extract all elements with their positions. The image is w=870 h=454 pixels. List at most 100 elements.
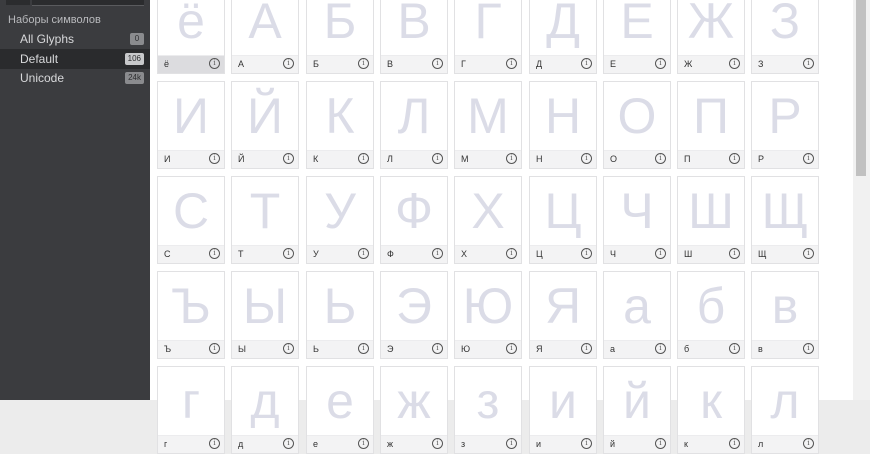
vertical-scrollbar[interactable] [853,0,870,400]
glyph-name: С [164,249,171,259]
info-circle-icon[interactable]: i [358,248,369,259]
glyph-tile[interactable]: ССi [157,176,225,264]
info-circle-icon[interactable]: i [432,438,443,449]
glyph-tile[interactable]: ггi [157,366,225,454]
info-circle-icon[interactable]: i [729,343,740,354]
sidebar-item-default[interactable]: Default 106 [0,49,150,69]
info-circle-icon[interactable]: i [283,343,294,354]
glyph-tile[interactable]: ииi [529,366,597,454]
info-circle-icon[interactable]: i [729,248,740,259]
glyph-tile[interactable]: ННi [529,81,597,169]
glyph-tile[interactable]: ййi [603,366,671,454]
glyph-tile[interactable]: ббi [677,271,745,359]
info-circle-icon[interactable]: i [655,248,666,259]
glyph-tile[interactable]: РРi [751,81,819,169]
info-circle-icon[interactable]: i [506,58,517,69]
info-circle-icon[interactable]: i [803,58,814,69]
glyph-tile[interactable]: ккi [677,366,745,454]
info-circle-icon[interactable]: i [432,58,443,69]
glyph-tile[interactable]: ееi [306,366,374,454]
info-circle-icon[interactable]: i [506,248,517,259]
glyph-tile[interactable]: ЦЦi [529,176,597,264]
sidebar-item-unicode[interactable]: Unicode 24k [0,68,150,88]
info-circle-icon[interactable]: i [358,58,369,69]
info-circle-icon[interactable]: i [729,58,740,69]
glyph-tile[interactable]: ББi [306,0,374,74]
glyph-tile[interactable]: ВВi [380,0,448,74]
glyph-tile[interactable]: ЕЕi [603,0,671,74]
glyph-tile[interactable]: ЙЙi [231,81,299,169]
info-circle-icon[interactable]: i [581,438,592,449]
sidebar-item-all-glyphs[interactable]: All Glyphs 0 [0,29,150,49]
glyph-tile[interactable]: ззi [454,366,522,454]
info-circle-icon[interactable]: i [655,438,666,449]
glyph-tile[interactable]: ЛЛi [380,81,448,169]
glyph-tile[interactable]: ЧЧi [603,176,671,264]
info-circle-icon[interactable]: i [209,248,220,259]
glyph-tile[interactable]: ТТi [231,176,299,264]
info-circle-icon[interactable]: i [803,438,814,449]
info-circle-icon[interactable]: i [581,343,592,354]
info-circle-icon[interactable]: i [729,438,740,449]
glyph-tile[interactable]: ДДi [529,0,597,74]
info-circle-icon[interactable]: i [506,343,517,354]
glyph-tile[interactable]: ЫЫi [231,271,299,359]
info-circle-icon[interactable]: i [729,153,740,164]
glyph-tile[interactable]: ЯЯi [529,271,597,359]
glyph-tile[interactable]: ААi [231,0,299,74]
info-circle-icon[interactable]: i [506,153,517,164]
info-circle-icon[interactable]: i [432,153,443,164]
sidebar-search-field[interactable] [32,0,144,6]
info-circle-icon[interactable]: i [209,438,220,449]
glyph-tile[interactable]: ввi [751,271,819,359]
glyph-tile[interactable]: ЖЖi [677,0,745,74]
info-circle-icon[interactable]: i [432,343,443,354]
info-circle-icon[interactable]: i [506,438,517,449]
glyph-name: Т [238,249,244,259]
glyph-tile[interactable]: ГГi [454,0,522,74]
info-circle-icon[interactable]: i [358,438,369,449]
glyph-tile[interactable]: ППi [677,81,745,169]
info-circle-icon[interactable]: i [655,343,666,354]
glyph-tile[interactable]: ЬЬi [306,271,374,359]
info-circle-icon[interactable]: i [209,343,220,354]
info-circle-icon[interactable]: i [283,438,294,449]
info-circle-icon[interactable]: i [283,58,294,69]
glyph-tile[interactable]: ддi [231,366,299,454]
glyph-tile[interactable]: ллi [751,366,819,454]
glyph-tile[interactable]: ааi [603,271,671,359]
info-circle-icon[interactable]: i [803,153,814,164]
glyph-tile[interactable]: жжi [380,366,448,454]
info-circle-icon[interactable]: i [283,248,294,259]
glyph-tile[interactable]: ЮЮi [454,271,522,359]
glyph-tile[interactable]: ООi [603,81,671,169]
glyph-tile[interactable]: ИИi [157,81,225,169]
info-circle-icon[interactable]: i [432,248,443,259]
info-circle-icon[interactable]: i [581,153,592,164]
glyph-tile[interactable]: ФФi [380,176,448,264]
info-circle-icon[interactable]: i [803,248,814,259]
sidebar-top-button[interactable] [6,0,30,5]
glyph-tile[interactable]: ММi [454,81,522,169]
info-circle-icon[interactable]: i [358,153,369,164]
info-circle-icon[interactable]: i [209,153,220,164]
glyph-tile[interactable]: ЪЪi [157,271,225,359]
info-circle-icon[interactable]: i [581,248,592,259]
info-circle-icon[interactable]: i [358,343,369,354]
glyph-tile[interactable]: ХХi [454,176,522,264]
info-circle-icon[interactable]: i [283,153,294,164]
glyph-tile[interactable]: ЩЩi [751,176,819,264]
glyph-tile[interactable]: ёёi [157,0,225,74]
glyph-tile[interactable]: ЗЗi [751,0,819,74]
glyph-tile[interactable]: ККi [306,81,374,169]
glyph-tile[interactable]: ШШi [677,176,745,264]
info-circle-icon[interactable]: i [655,58,666,69]
info-circle-icon[interactable]: i [803,343,814,354]
glyph-label-bar: дi [232,435,298,453]
info-circle-icon[interactable]: i [581,58,592,69]
scrollbar-thumb[interactable] [856,0,866,176]
info-circle-icon[interactable]: i [655,153,666,164]
glyph-tile[interactable]: УУi [306,176,374,264]
info-circle-icon[interactable]: i [209,58,220,69]
glyph-tile[interactable]: ЭЭi [380,271,448,359]
